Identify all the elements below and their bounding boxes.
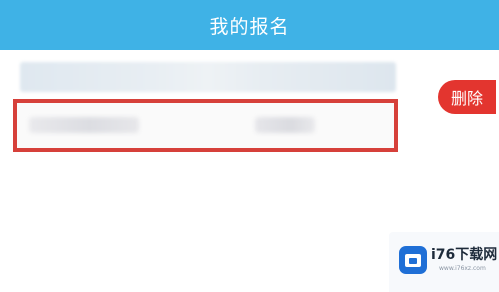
item-status-blurred	[255, 117, 315, 133]
site-watermark: i76下载网 www.i76xz.com	[389, 232, 499, 292]
page-title: 我的报名	[209, 15, 290, 38]
delete-button[interactable]: 删除	[438, 80, 496, 114]
watermark-logo-icon	[399, 246, 427, 274]
app-header: 我的报名	[0, 0, 499, 50]
list-item-blurred[interactable]	[20, 62, 396, 92]
item-title-blurred	[29, 117, 139, 133]
watermark-site-url: www.i76xz.com	[439, 265, 486, 272]
highlighted-list-item[interactable]	[13, 99, 398, 152]
watermark-site-name: i76下载网	[431, 247, 498, 263]
